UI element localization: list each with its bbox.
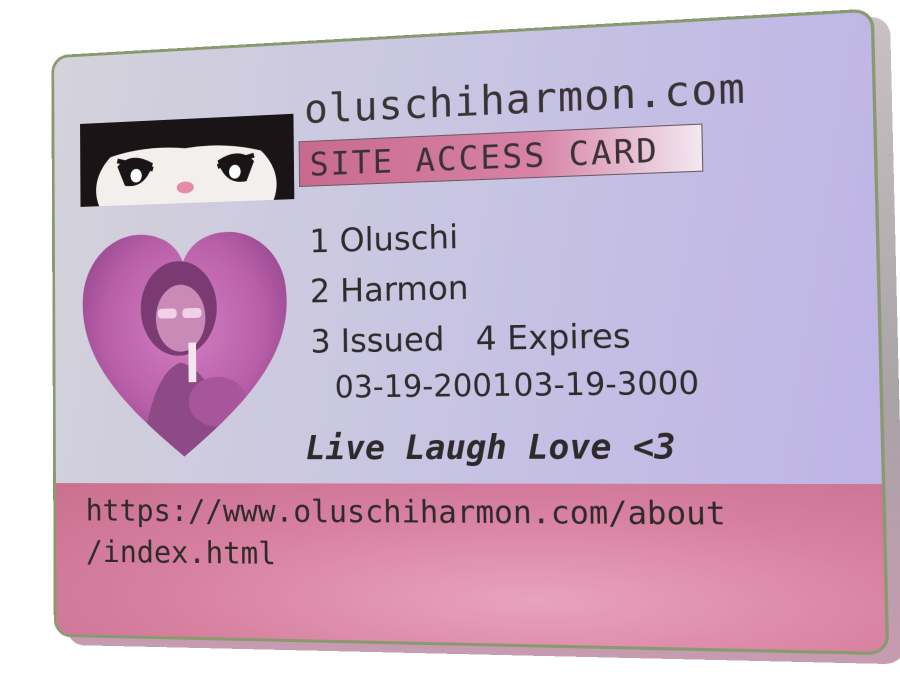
kuromi-face-icon [80, 113, 295, 207]
heart-photo [75, 211, 296, 462]
last-name: 2 Harmon [309, 268, 469, 311]
url-text: https://www.oluschiharmon.com/about /ind… [86, 491, 727, 582]
url-line-1[interactable]: https://www.oluschiharmon.com/about [86, 491, 726, 537]
access-label-box: SITE ACCESS CARD [298, 123, 704, 187]
expires-label: 4 Expires [475, 316, 631, 359]
stage: oluschiharmon.com SITE ACCESS CARD 1 Olu… [0, 0, 900, 692]
access-card: oluschiharmon.com SITE ACCESS CARD 1 Olu… [51, 8, 900, 665]
expires-date: 03-19-3000 [513, 365, 700, 404]
url-band: https://www.oluschiharmon.com/about /ind… [55, 483, 890, 656]
site-title: oluschiharmon.com [303, 64, 747, 134]
card-face: oluschiharmon.com SITE ACCESS CARD 1 Olu… [51, 8, 890, 656]
access-label: SITE ACCESS CARD [309, 130, 660, 184]
issued-label: 3 Issued [310, 319, 445, 361]
first-name: 1 Oluschi [309, 217, 459, 261]
url-line-2[interactable]: /index.html [86, 532, 727, 582]
issued-date: 03-19-2001 [334, 367, 513, 406]
motto: Live Laugh Love <3 [305, 425, 677, 468]
